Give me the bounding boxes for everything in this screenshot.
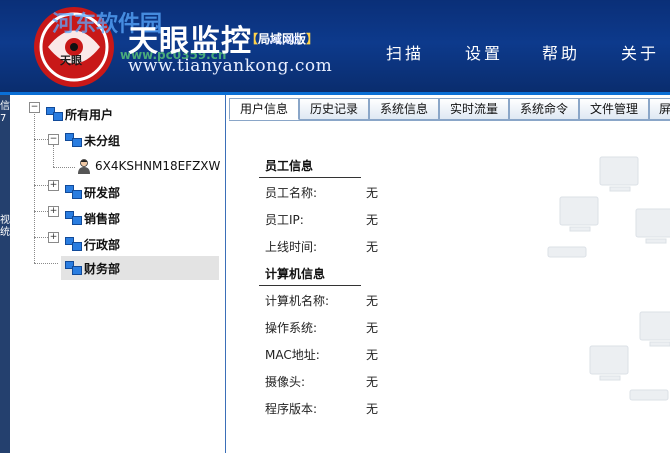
strip-char: 视 — [0, 215, 10, 226]
field-value: 无 — [366, 375, 379, 389]
network-group-icon — [63, 184, 82, 200]
tree-connector — [34, 211, 48, 212]
tree-node-label: 所有用户 — [65, 107, 114, 122]
tree-node-label: 财务部 — [84, 261, 121, 276]
section-employee-info: 员工信息 — [265, 159, 314, 173]
expand-toggle[interactable]: + — [48, 206, 59, 217]
field-value: 无 — [366, 402, 379, 416]
expand-toggle[interactable]: + — [48, 232, 59, 243]
logo-text: 天眼 — [60, 54, 82, 67]
network-group-icon — [63, 236, 82, 252]
user-info-panel: 员工信息 员工名称: 无 员工IP: 无 上线时间: 无 计算机信息 计算机名称… — [229, 120, 670, 454]
user-tree: − 所有用户 − 未分组 6X4KSHNM18EFZXW + 研发部 + 销售部… — [10, 95, 226, 453]
tree-connector — [34, 237, 48, 238]
tab-system-info[interactable]: 系统信息 — [369, 98, 439, 120]
field-value: 无 — [366, 213, 379, 227]
nav-about[interactable]: 关于 — [621, 40, 659, 64]
tree-node-user[interactable]: 6X4KSHNM18EFZXW — [76, 155, 220, 177]
nav-help[interactable]: 帮助 — [542, 40, 580, 64]
tab-screen[interactable]: 屏 — [649, 98, 670, 120]
nav-scan[interactable]: 扫描 — [386, 40, 424, 64]
tab-history[interactable]: 历史记录 — [299, 98, 369, 120]
network-group-icon — [63, 260, 82, 276]
section-computer-info: 计算机信息 — [265, 267, 326, 281]
user-avatar-icon — [78, 159, 90, 174]
info-tabs: 用户信息 历史记录 系统信息 实时流量 系统命令 文件管理 屏 — [229, 98, 670, 120]
network-group-icon — [63, 210, 82, 226]
field-value: 无 — [366, 294, 379, 308]
tab-realtime-traffic[interactable]: 实时流量 — [439, 98, 509, 120]
field-value: 无 — [366, 240, 379, 254]
expand-toggle[interactable]: + — [48, 180, 59, 191]
left-edge-strip: 信 7 视 统 — [0, 95, 10, 453]
section-divider — [259, 285, 361, 286]
field-label: 摄像头: — [265, 375, 306, 389]
collapse-toggle[interactable]: − — [29, 102, 40, 113]
field-label: 操作系统: — [265, 321, 318, 335]
tree-node-label: 行政部 — [84, 237, 121, 252]
network-group-icon — [63, 132, 82, 148]
field-value: 无 — [366, 321, 379, 335]
tree-node-admin[interactable]: 行政部 — [63, 233, 120, 255]
field-value: 无 — [366, 348, 379, 362]
network-group-icon — [44, 106, 63, 122]
strip-char: 7 — [0, 113, 7, 124]
field-label: 上线时间: — [265, 240, 318, 254]
tab-user-info[interactable]: 用户信息 — [229, 98, 299, 120]
tree-connector — [53, 167, 75, 168]
section-divider — [259, 177, 361, 178]
field-label: 程序版本: — [265, 402, 318, 416]
tree-node-ungrouped[interactable]: 未分组 — [63, 129, 120, 151]
tree-connector — [34, 263, 58, 264]
tree-node-finance[interactable]: 财务部 — [61, 256, 219, 280]
field-value: 无 — [366, 186, 379, 200]
tree-node-label: 未分组 — [84, 133, 121, 148]
tree-node-label: 6X4KSHNM18EFZXW — [95, 159, 221, 173]
app-title: 天眼监控 — [128, 24, 252, 59]
network-illustration — [547, 156, 670, 258]
tree-node-sales[interactable]: 销售部 — [63, 207, 120, 229]
tree-connector — [34, 139, 48, 140]
network-illustration — [589, 311, 670, 401]
tree-node-label: 研发部 — [84, 185, 121, 200]
field-label: 计算机名称: — [265, 294, 330, 308]
field-label: MAC地址: — [265, 348, 320, 362]
nav-settings[interactable]: 设置 — [465, 40, 503, 64]
field-label: 员工名称: — [265, 186, 318, 200]
version-label: v6.60 — [268, 34, 300, 47]
tree-connector — [34, 111, 35, 263]
tree-node-all-users[interactable]: 所有用户 — [44, 103, 113, 125]
app-header: 天眼 河东软件园 www.pc0359.cn 天眼监控 【局域网版】 v6.60… — [0, 0, 670, 95]
tree-connector — [34, 185, 48, 186]
tab-system-command[interactable]: 系统命令 — [509, 98, 579, 120]
tree-node-label: 销售部 — [84, 211, 121, 226]
strip-char: 信 — [0, 101, 10, 112]
tab-file-manager[interactable]: 文件管理 — [579, 98, 649, 120]
strip-char: 统 — [0, 227, 10, 238]
field-label: 员工IP: — [265, 213, 304, 227]
collapse-toggle[interactable]: − — [48, 134, 59, 145]
website-url: www.tianyankong.com — [128, 56, 333, 76]
tree-connector — [53, 145, 54, 167]
tree-node-rd[interactable]: 研发部 — [63, 181, 120, 203]
